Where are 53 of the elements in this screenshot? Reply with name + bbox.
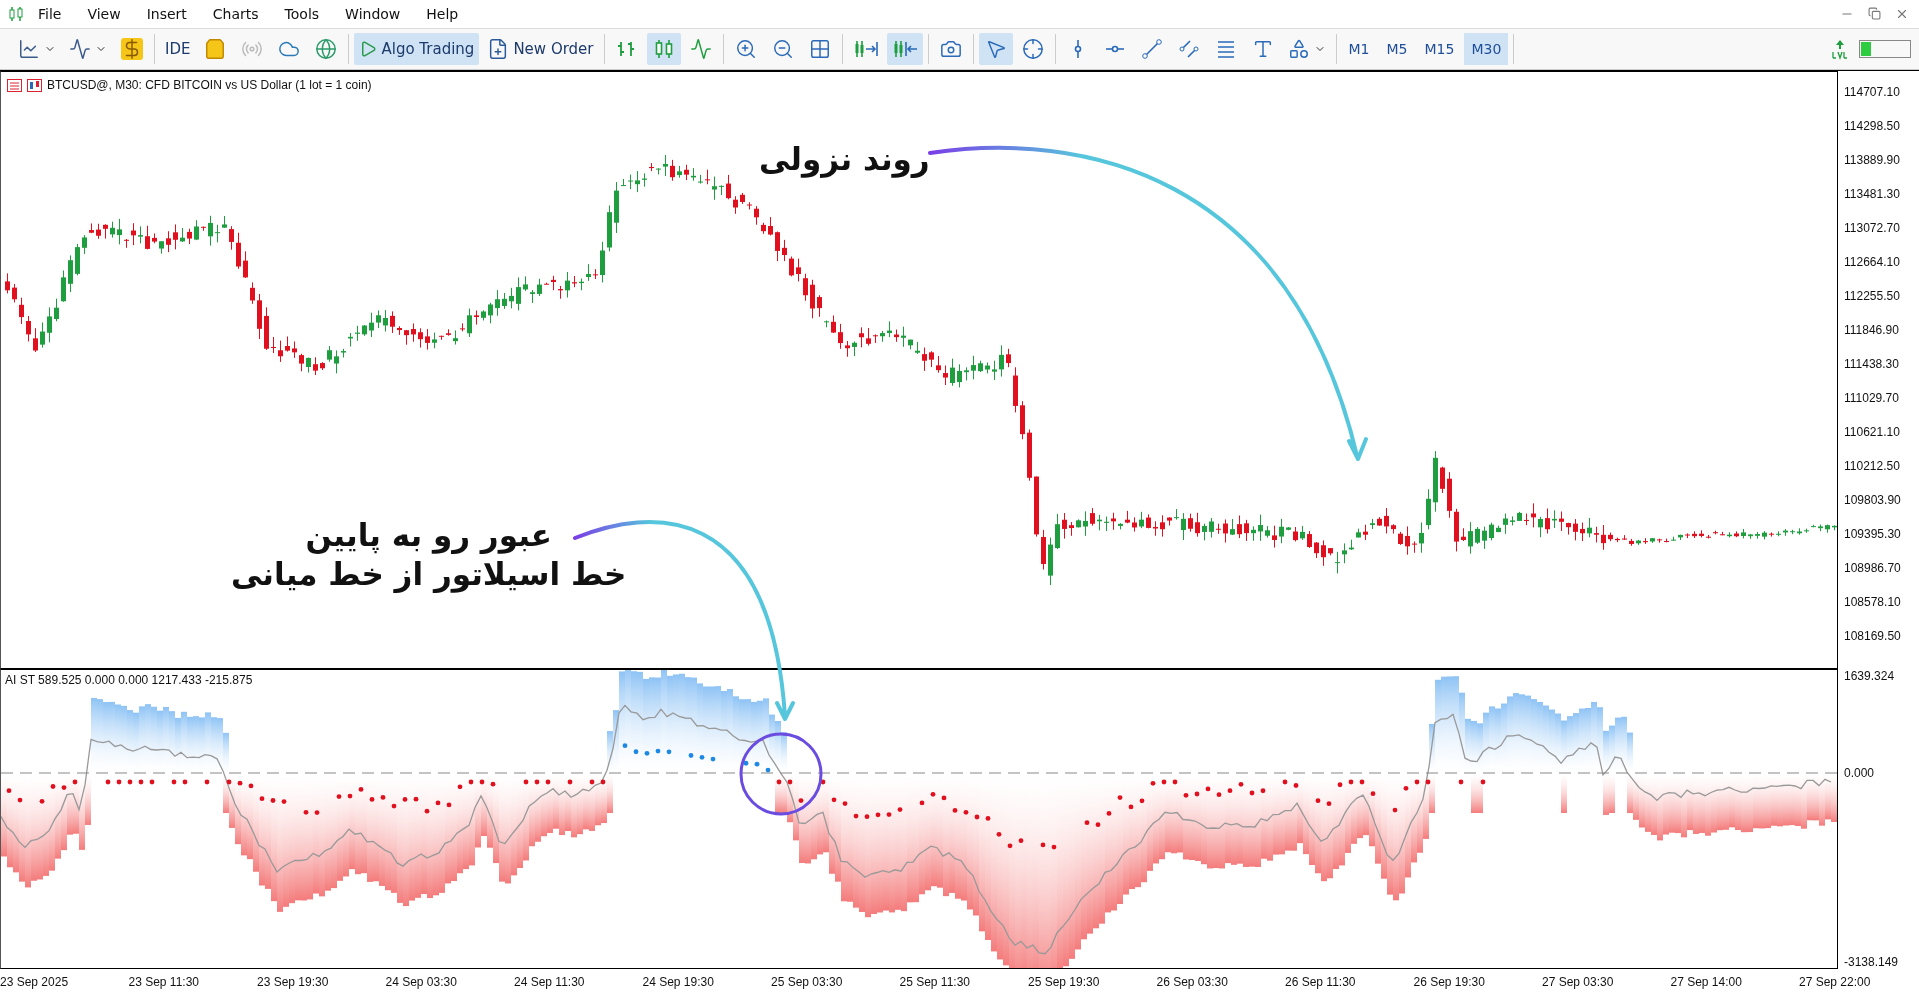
price-label: 114298.50 [1843,118,1901,135]
menu-item[interactable]: Insert [134,6,199,22]
time-label: 25 Sep 11:30 [899,975,971,989]
annotation-text: روند نزولی [759,140,930,179]
ide-button[interactable]: IDE [160,33,196,65]
time-label: 27 Sep 03:30 [1542,975,1615,989]
time-label: 26 Sep 19:30 [1413,975,1486,989]
menu-item[interactable]: Charts [200,6,271,22]
time-label: 23 Sep 19:30 [257,975,330,989]
menu-item[interactable]: Help [414,6,471,22]
time-label: 24 Sep 03:30 [385,975,458,989]
time-label: 23 Sep 11:30 [128,975,200,989]
indicator-title: AI ST 589.525 0.000 0.000 1217.433 -215.875 [5,673,253,687]
timeframe-button[interactable]: M30 [1464,33,1509,65]
time-label: 26 Sep 11:30 [1285,975,1357,989]
time-label: 25 Sep 03:30 [771,975,844,989]
price-label: 108169.50 [1843,628,1902,645]
price-label: 108578.10 [1843,594,1902,611]
time-label: 24 Sep 11:30 [514,975,586,989]
price-label: 108986.70 [1843,560,1902,577]
menu-item[interactable]: Window [333,6,413,22]
algo-trading-button[interactable]: Algo Trading [354,33,480,65]
timeframe-button[interactable]: M5 [1379,33,1415,65]
price-label: 113481.30 [1843,186,1901,203]
price-label: 113889.90 [1843,152,1901,169]
price-label: 112255.50 [1843,288,1901,305]
new-order-button[interactable]: New Order [482,33,599,65]
time-label: 27 Sep 22:00 [1799,975,1872,989]
chart-title: BTCUSD@, M30: CFD BITCOIN vs US Dollar (1 lot = 1 coin) [47,78,372,92]
price-label: 111846.90 [1843,322,1900,339]
time-label: 27 Sep 14:00 [1670,975,1743,989]
price-label: 110621.10 [1843,424,1901,441]
price-label: 112664.10 [1843,254,1901,271]
time-label: 23 Sep 2025 [0,975,70,989]
price-label: 109395.30 [1843,526,1902,543]
menu-item[interactable]: Tools [272,6,332,22]
indicator-value-label: 1639.324 [1844,669,1895,683]
price-label: 114707.10 [1843,84,1901,101]
timeframe-button[interactable]: M1 [1341,33,1377,65]
time-label: 25 Sep 19:30 [1028,975,1101,989]
time-label: 26 Sep 03:30 [1156,975,1229,989]
timeframe-button[interactable]: M15 [1417,33,1462,65]
indicator-value-label: 0.000 [1844,766,1875,780]
menu-item[interactable]: File [26,6,74,22]
menu-item[interactable]: View [75,6,133,22]
price-label: 113072.70 [1843,220,1901,237]
time-label: 24 Sep 19:30 [642,975,715,989]
price-label: 111438.30 [1843,356,1900,373]
indicator-value-label: -3138.149 [1844,955,1899,969]
annotation-text: عبور رو به پایین خط اسیلاتور از خط میانی [231,516,627,594]
price-label: 111029.70 [1843,390,1900,407]
price-label: 110212.50 [1843,458,1901,475]
price-label: 109803.90 [1843,492,1902,509]
